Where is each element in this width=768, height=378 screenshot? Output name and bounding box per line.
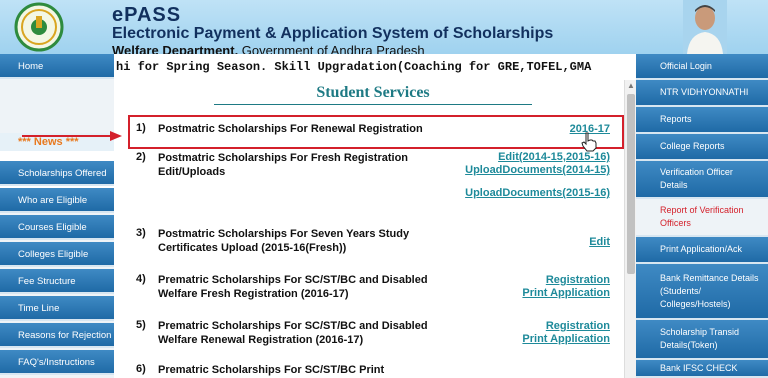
service-text: Prematric Scholarships For SC/ST/BC Prin… <box>158 364 385 376</box>
ap-government-emblem <box>14 2 64 52</box>
red-arrow <box>22 131 122 141</box>
renewal-registration-link[interactable]: Registration <box>546 319 610 333</box>
sidebar-item-print-application[interactable]: Print Application/Ack <box>636 237 768 264</box>
sidebar-item-report-of-verification-officers[interactable]: Report of Verification Officers <box>636 199 768 237</box>
hand-cursor-icon <box>581 132 597 152</box>
dept-label: Welfare Department, <box>112 43 239 54</box>
sidebar-item-verification-officer-details[interactable]: Verification Officer Details <box>636 161 768 199</box>
fresh-print-application-link[interactable]: Print Application <box>522 286 610 300</box>
service-text: Prematric Scholarships For SC/ST/BC and … <box>158 320 428 346</box>
service-number: 4) <box>136 273 146 285</box>
service-text: Postmatric Scholarships For Seven Years … <box>158 228 410 254</box>
title-divider <box>214 104 532 105</box>
site-header: ePASS Electronic Payment & Application S… <box>0 0 768 54</box>
sidebar-item-college-reports[interactable]: College Reports <box>636 134 768 161</box>
sidebar-item-courses-eligible[interactable]: Courses Eligible <box>0 215 114 240</box>
fresh-registration-link[interactable]: Registration <box>546 273 610 287</box>
sidebar-item-home[interactable]: Home <box>0 54 114 79</box>
sidebar-item-who-are-eligible[interactable]: Who are Eligible <box>0 188 114 213</box>
page-title: Student Services <box>316 84 430 101</box>
right-sidebar: Official Login NTR VIDHYONNATHI Reports … <box>636 54 768 378</box>
sidebar-item-scholarships-offered[interactable]: Scholarships Offered <box>0 161 114 186</box>
renewal-print-application-link[interactable]: Print Application <box>522 332 610 346</box>
service-number: 5) <box>136 319 146 331</box>
sidebar-item-time-line[interactable]: Time Line <box>0 296 114 321</box>
gov-label: Government of Andhra Pradesh <box>238 43 425 54</box>
sidebar-item-reports[interactable]: Reports <box>636 107 768 134</box>
ticker-text: hi for Spring Season. Skill Upgradation(… <box>116 60 592 74</box>
sidebar-item-fee-structure[interactable]: Fee Structure <box>0 269 114 294</box>
service-number: 3) <box>136 227 146 239</box>
left-sidebar: Home *** News *** Scholarships Offered W… <box>0 54 114 378</box>
service-number: 2) <box>136 151 146 163</box>
edit-fresh-link[interactable]: Edit(2014-15,2015-16) <box>498 150 610 164</box>
upload-documents-2014-15-link[interactable]: UploadDocuments(2014-15) <box>460 163 610 177</box>
edit-study-certificates-link[interactable]: Edit <box>589 235 610 249</box>
service-number: 6) <box>136 363 146 375</box>
upload-documents-2015-16-link[interactable]: UploadDocuments(2015-16) <box>460 186 610 200</box>
sidebar-item-faqs[interactable]: FAQ's/Instructions <box>0 350 114 375</box>
highlight-box <box>128 115 624 149</box>
sidebar-item-scholarship-transid-details[interactable]: Scholarship Transid Details(Token) <box>636 320 768 360</box>
sidebar-item-ntr-vidhyonnathi[interactable]: NTR VIDHYONNATHI <box>636 80 768 107</box>
brand-subtitle: Electronic Payment & Application System … <box>112 25 554 42</box>
service-text: Prematric Scholarships For SC/ST/BC and … <box>158 274 428 300</box>
brand-title: ePASS <box>112 4 182 26</box>
service-text: Postmatric Scholarships For Fresh Regist… <box>158 152 409 178</box>
sidebar-item-reasons-for-rejection[interactable]: Reasons for Rejection <box>0 323 114 348</box>
sidebar-item-bank-remittance-details[interactable]: Bank Remittance Details (Students/ Colle… <box>636 264 768 320</box>
sidebar-item-bank-ifsc-check[interactable]: Bank IFSC CHECK <box>636 360 768 378</box>
sidebar-item-official-login[interactable]: Official Login <box>636 54 768 80</box>
sidebar-item-colleges-eligible[interactable]: Colleges Eligible <box>0 242 114 267</box>
leader-portrait <box>683 0 727 54</box>
news-ticker: hi for Spring Season. Skill Upgradation(… <box>114 54 636 80</box>
department-line: Welfare Department, Government of Andhra… <box>112 43 425 54</box>
scroll-thumb[interactable] <box>627 94 635 274</box>
